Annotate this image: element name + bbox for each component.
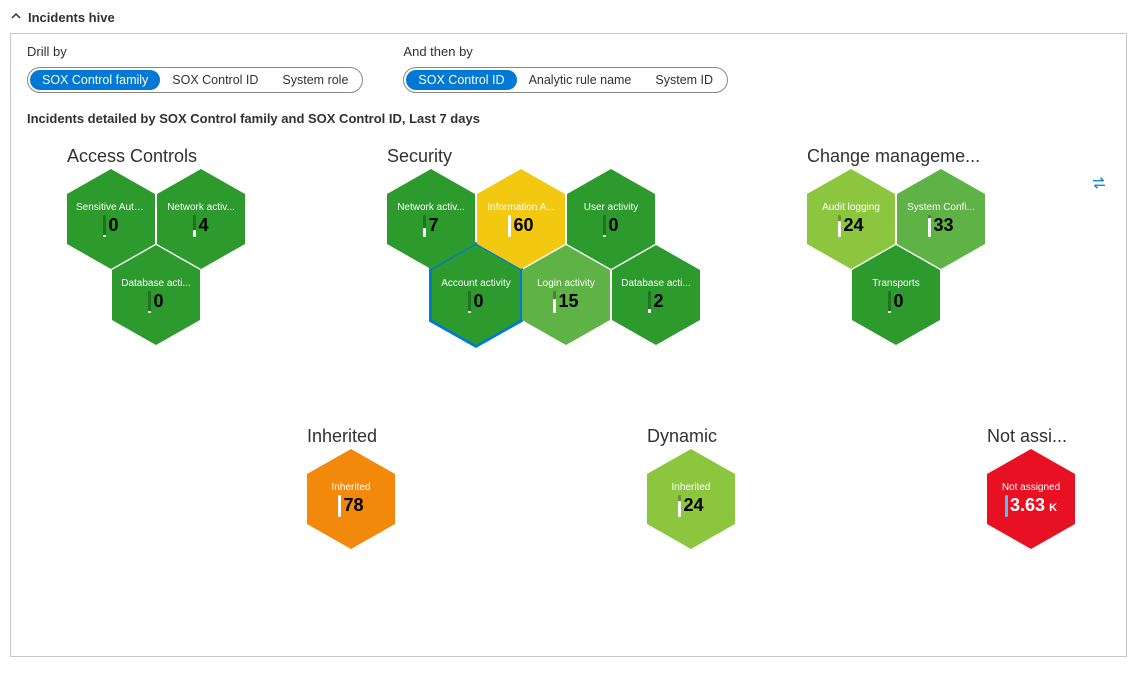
hex-value: 3.63 K (1010, 495, 1057, 516)
hex-value: 7 (428, 215, 438, 236)
drill-by-option[interactable]: System role (270, 70, 360, 90)
drill-by-option[interactable]: SOX Control family (30, 70, 160, 90)
panel: Drill by SOX Control familySOX Control I… (10, 33, 1127, 657)
drill-by-label: Drill by (27, 44, 363, 59)
hex-value: 24 (683, 495, 703, 516)
hex-value-row: 4 (193, 215, 208, 237)
hex-label: Database acti... (121, 278, 190, 289)
hex-value-row: 3.63 K (1005, 495, 1057, 517)
hex-value-row: 0 (103, 215, 118, 237)
hex-label: Not assigned (1002, 482, 1060, 493)
hex-label: Login activity (537, 278, 595, 289)
and-then-by-option[interactable]: System ID (643, 70, 725, 90)
hex-value-row: 7 (423, 215, 438, 237)
hex-value-row: 0 (603, 215, 618, 237)
cluster: DynamicInherited24 (647, 426, 767, 449)
hex-body: Inherited 78 (307, 449, 395, 549)
hex-body: Not assigned 3.63 K (987, 449, 1075, 549)
hex-bar (468, 291, 471, 313)
and-then-by-option[interactable]: Analytic rule name (517, 70, 644, 90)
and-then-by-option[interactable]: SOX Control ID (406, 70, 516, 90)
hex-value: 0 (153, 291, 163, 312)
hex-bar (338, 495, 341, 517)
chevron-up-icon (10, 10, 22, 25)
hex-label: Information A... (487, 202, 554, 213)
hex-value-row: 15 (553, 291, 578, 313)
hex-value: 24 (843, 215, 863, 236)
hex-label: Audit logging (822, 202, 880, 213)
hex-label: Inherited (332, 482, 371, 493)
hex-label: System Confi... (907, 202, 975, 213)
hex-label: Inherited (672, 482, 711, 493)
hex-bar (423, 215, 426, 237)
hive-area: Access Controls Sensitive Auth... 0 Network… (27, 146, 1110, 616)
hex-label: Transports (872, 278, 919, 289)
hex-value: 78 (343, 495, 363, 516)
cluster-title: Inherited (307, 426, 427, 447)
and-then-by-label: And then by (403, 44, 728, 59)
hex-value-row: 60 (508, 215, 533, 237)
hex-value-row: 24 (678, 495, 703, 517)
hex-label: Network activ... (397, 202, 465, 213)
hex-value: 33 (933, 215, 953, 236)
hex-bar (603, 215, 606, 237)
hex-bar (103, 215, 106, 237)
drill-by-pillgroup: SOX Control familySOX Control IDSystem r… (27, 67, 363, 93)
hex-value-row: 33 (928, 215, 953, 237)
cluster: InheritedInherited78 (307, 426, 427, 449)
hex-body: Inherited 24 (647, 449, 735, 549)
hex-value: 4 (198, 215, 208, 236)
hex-value-row: 0 (888, 291, 903, 313)
cluster: Access ControlsSensitive Auth...0Network… (67, 146, 267, 169)
cluster-title: Dynamic (647, 426, 767, 447)
hex-bar (888, 291, 891, 313)
section-title: Incidents hive (28, 10, 115, 25)
cluster: SecurityNetwork activ...7Information A..… (387, 146, 567, 169)
hex-value: 2 (653, 291, 663, 312)
hex-value-row: 24 (838, 215, 863, 237)
hex-label: Sensitive Auth... (76, 202, 146, 213)
and-then-by-pillgroup: SOX Control IDAnalytic rule nameSystem I… (403, 67, 728, 93)
hex-bar (193, 215, 196, 237)
and-then-by-col: And then by SOX Control IDAnalytic rule … (403, 44, 728, 93)
hex-value: 0 (893, 291, 903, 312)
hex-tile[interactable]: Not assigned 3.63 K (987, 449, 1075, 549)
hex-bar (1005, 495, 1008, 517)
cluster-title: Change manageme... (807, 146, 987, 167)
drill-by-option[interactable]: SOX Control ID (160, 70, 270, 90)
hex-value: 15 (558, 291, 578, 312)
chart-subtitle: Incidents detailed by SOX Control family… (27, 111, 1110, 126)
cluster-title: Access Controls (67, 146, 267, 167)
hex-value: 0 (608, 215, 618, 236)
hex-value: 0 (108, 215, 118, 236)
hex-label: Network activ... (167, 202, 235, 213)
cluster-title: Not assi... (987, 426, 1077, 447)
hex-bar (148, 291, 151, 313)
hex-label: User activity (584, 202, 638, 213)
drill-by-col: Drill by SOX Control familySOX Control I… (27, 44, 363, 93)
hex-bar (553, 291, 556, 313)
hex-tile[interactable]: Inherited 78 (307, 449, 395, 549)
hex-value-row: 2 (648, 291, 663, 313)
hex-value: 0 (473, 291, 483, 312)
hex-value-row: 0 (468, 291, 483, 313)
drill-controls: Drill by SOX Control familySOX Control I… (27, 44, 1110, 93)
hex-bar (508, 215, 511, 237)
hex-bar (648, 291, 651, 313)
cluster: Change manageme...Audit logging24System … (807, 146, 987, 169)
hex-label: Database acti... (621, 278, 690, 289)
hex-bar (678, 495, 681, 517)
cluster-title: Security (387, 146, 567, 167)
section-header[interactable]: Incidents hive (10, 10, 1127, 25)
hex-value-row: 0 (148, 291, 163, 313)
hex-value: 60 (513, 215, 533, 236)
cluster: Not assi...Not assigned3.63 K (987, 426, 1077, 449)
hex-value-row: 78 (338, 495, 363, 517)
hex-bar (838, 215, 841, 237)
hex-tile[interactable]: Inherited 24 (647, 449, 735, 549)
hex-bar (928, 215, 931, 237)
hex-label: Account activity (441, 278, 510, 289)
